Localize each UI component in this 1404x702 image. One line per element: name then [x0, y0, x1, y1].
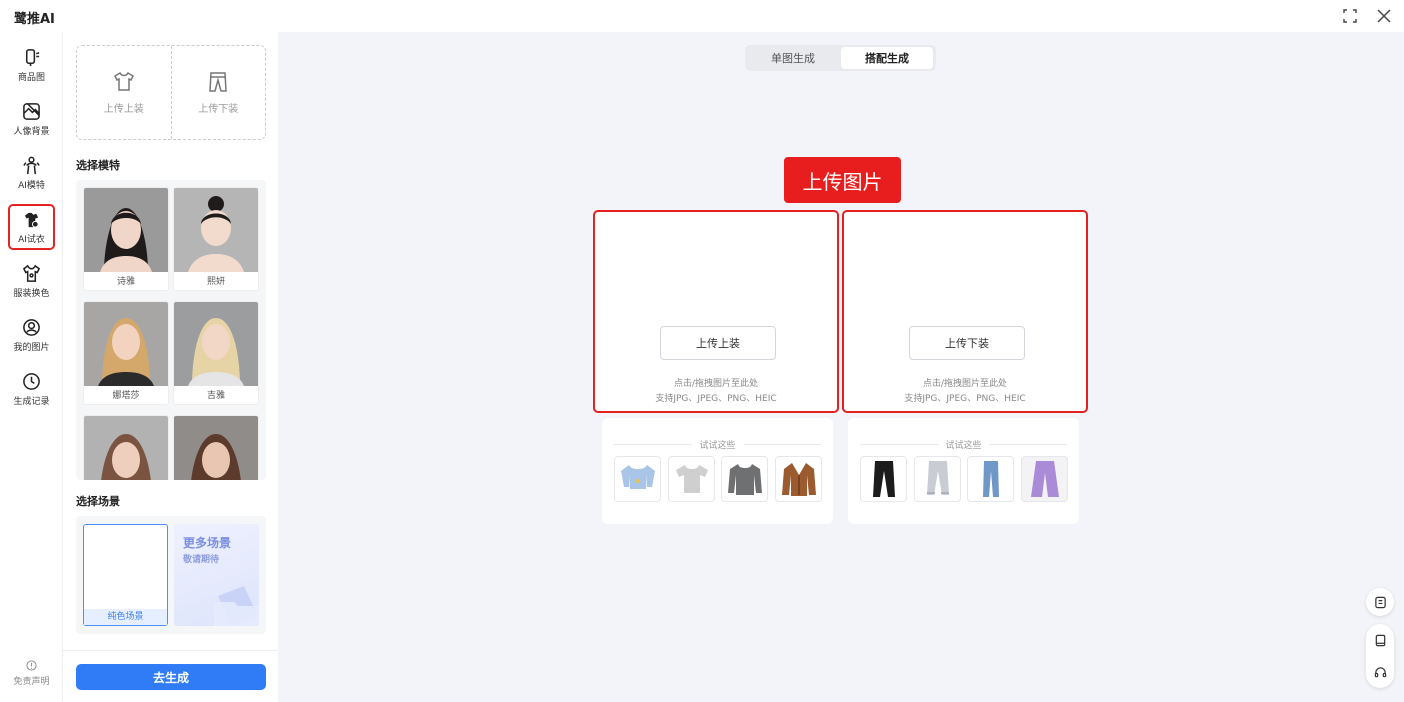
tablet-icon[interactable]	[1374, 634, 1387, 647]
upload-top-label: 上传上装	[103, 104, 144, 115]
rail-item-ai-model[interactable]: AI模特	[8, 150, 55, 196]
upload-top-slot[interactable]: 上传上装 点击/拖拽图片至此处 支持JPG、JPEG、PNG、HEIC	[593, 210, 839, 413]
rail-item-product-image[interactable]: 商品图	[8, 42, 55, 88]
left-nav-rail: 商品图 人像背景 AI模特 AI试衣 服装换色 我的图片 生成记录 免责声明	[0, 32, 63, 702]
model-card[interactable]: 娜塔莎	[83, 301, 169, 405]
model-photo	[84, 302, 168, 386]
upload-format-hint: 支持JPG、JPEG、PNG、HEIC	[904, 394, 1026, 404]
sample-bottom-black-pants[interactable]	[860, 456, 907, 502]
app-title: 鹭推AI	[14, 12, 55, 27]
headset-icon[interactable]	[1374, 666, 1387, 679]
disclaimer-link[interactable]: 免责声明	[6, 660, 57, 687]
config-panel: 上传上装 上传下装 选择模特 诗雅 熙妍 娜塔莎 吉雅 选择场景 纯色场景 更多…	[63, 32, 278, 702]
suggest-tops-header: 试试这些	[614, 438, 821, 451]
suggest-title: 试试这些	[691, 438, 744, 451]
rail-item-ai-tryon[interactable]: AI试衣	[8, 204, 55, 250]
scene-more-title: 更多场景	[183, 536, 232, 550]
model-photo	[84, 416, 168, 480]
tab-single[interactable]: 单图生成	[748, 47, 838, 69]
model-photo	[84, 188, 168, 272]
history-icon	[23, 372, 40, 390]
rail-item-recolor[interactable]: 服装换色	[8, 258, 55, 304]
rail-label: 人像背景	[13, 126, 50, 137]
sample-top-tshirt[interactable]	[668, 456, 715, 502]
product-image-icon	[25, 48, 40, 66]
ai-model-icon	[23, 156, 40, 174]
portrait-background-icon	[23, 102, 40, 120]
model-name: 吉雅	[206, 391, 225, 401]
disclaimer-label: 免责声明	[13, 677, 50, 687]
float-tools-group	[1366, 624, 1394, 688]
rail-item-history[interactable]: 生成记录	[8, 366, 55, 412]
model-name: 娜塔莎	[112, 391, 140, 401]
model-name: 诗雅	[116, 277, 135, 287]
notepad-icon	[1374, 596, 1386, 608]
tab-outfit[interactable]: 搭配生成	[841, 47, 933, 69]
model-name: 熙妍	[206, 277, 225, 287]
info-icon	[26, 660, 37, 671]
upload-bottom-label: 上传下装	[198, 104, 239, 115]
mode-tabs: 单图生成 搭配生成	[745, 45, 936, 71]
upload-annotation-label: 上传图片	[784, 157, 901, 203]
model-card[interactable]: 吉雅	[173, 301, 259, 405]
folder-illustration-icon	[214, 586, 259, 626]
sample-bottom-sweatpants[interactable]	[914, 456, 961, 502]
generate-button[interactable]: 去生成	[76, 664, 266, 690]
sample-top-crop-top[interactable]	[614, 456, 661, 502]
model-card[interactable]	[83, 415, 169, 480]
float-notes-button[interactable]	[1366, 588, 1394, 616]
model-card[interactable]	[173, 415, 259, 480]
scene-more-card: 更多场景 敬请期待	[174, 524, 259, 626]
scene-more-subtitle: 敬请期待	[183, 555, 220, 565]
scene-section-title: 选择场景	[76, 495, 120, 508]
recolor-icon	[22, 264, 41, 282]
rail-label: AI试衣	[18, 234, 45, 245]
rail-label: 我的图片	[13, 342, 50, 353]
rail-item-my-images[interactable]: 我的图片	[8, 312, 55, 358]
rail-item-portrait-background[interactable]: 人像背景	[8, 96, 55, 142]
suggest-tops-panel: 试试这些	[602, 418, 833, 524]
sample-top-sweater[interactable]	[721, 456, 768, 502]
scene-grid: 纯色场景 更多场景 敬请期待	[76, 516, 266, 634]
model-card[interactable]: 熙妍	[173, 187, 259, 291]
sample-top-leather-jacket[interactable]	[775, 456, 822, 502]
upload-bottom-slot[interactable]: 上传下装 点击/拖拽图片至此处 支持JPG、JPEG、PNG、HEIC	[842, 210, 1088, 413]
title-bar: 鹭推AI	[0, 0, 1404, 32]
fullscreen-icon[interactable]	[1340, 6, 1360, 26]
upload-top-slot-button[interactable]: 上传上装	[660, 326, 776, 360]
model-photo	[174, 188, 258, 272]
panel-divider	[63, 650, 278, 651]
suggest-bottoms-header: 试试这些	[860, 438, 1067, 451]
ai-tryon-icon	[24, 212, 39, 228]
upload-top-button[interactable]: 上传上装	[77, 46, 171, 139]
my-images-icon	[23, 318, 40, 336]
suggest-title: 试试这些	[937, 438, 990, 451]
upload-bottom-button[interactable]: 上传下装	[170, 46, 266, 139]
rail-label: 商品图	[17, 72, 45, 83]
model-card[interactable]: 诗雅	[83, 187, 169, 291]
rail-label: AI模特	[18, 180, 45, 191]
scene-plain-card[interactable]: 纯色场景	[83, 524, 168, 626]
rail-label: 生成记录	[13, 396, 50, 407]
upload-bottom-slot-button[interactable]: 上传下装	[909, 326, 1025, 360]
sample-bottom-wide-pants[interactable]	[1021, 456, 1068, 502]
upload-format-hint: 支持JPG、JPEG、PNG、HEIC	[655, 394, 777, 404]
close-icon[interactable]	[1374, 6, 1394, 26]
upload-hint: 点击/拖拽图片至此处	[922, 379, 1008, 389]
model-photo	[174, 416, 258, 480]
model-photo	[174, 302, 258, 386]
model-section-title: 选择模特	[76, 159, 120, 172]
scene-plain-label: 纯色场景	[84, 609, 167, 625]
suggest-bottoms-panel: 试试这些	[848, 418, 1079, 524]
tshirt-icon	[113, 71, 134, 91]
sample-bottom-jeans[interactable]	[967, 456, 1014, 502]
rail-label: 服装换色	[13, 288, 50, 299]
pants-icon	[209, 72, 228, 92]
upload-area: 上传上装 上传下装	[76, 45, 266, 140]
model-grid: 诗雅 熙妍 娜塔莎 吉雅	[76, 180, 266, 480]
upload-hint: 点击/拖拽图片至此处	[673, 379, 759, 389]
